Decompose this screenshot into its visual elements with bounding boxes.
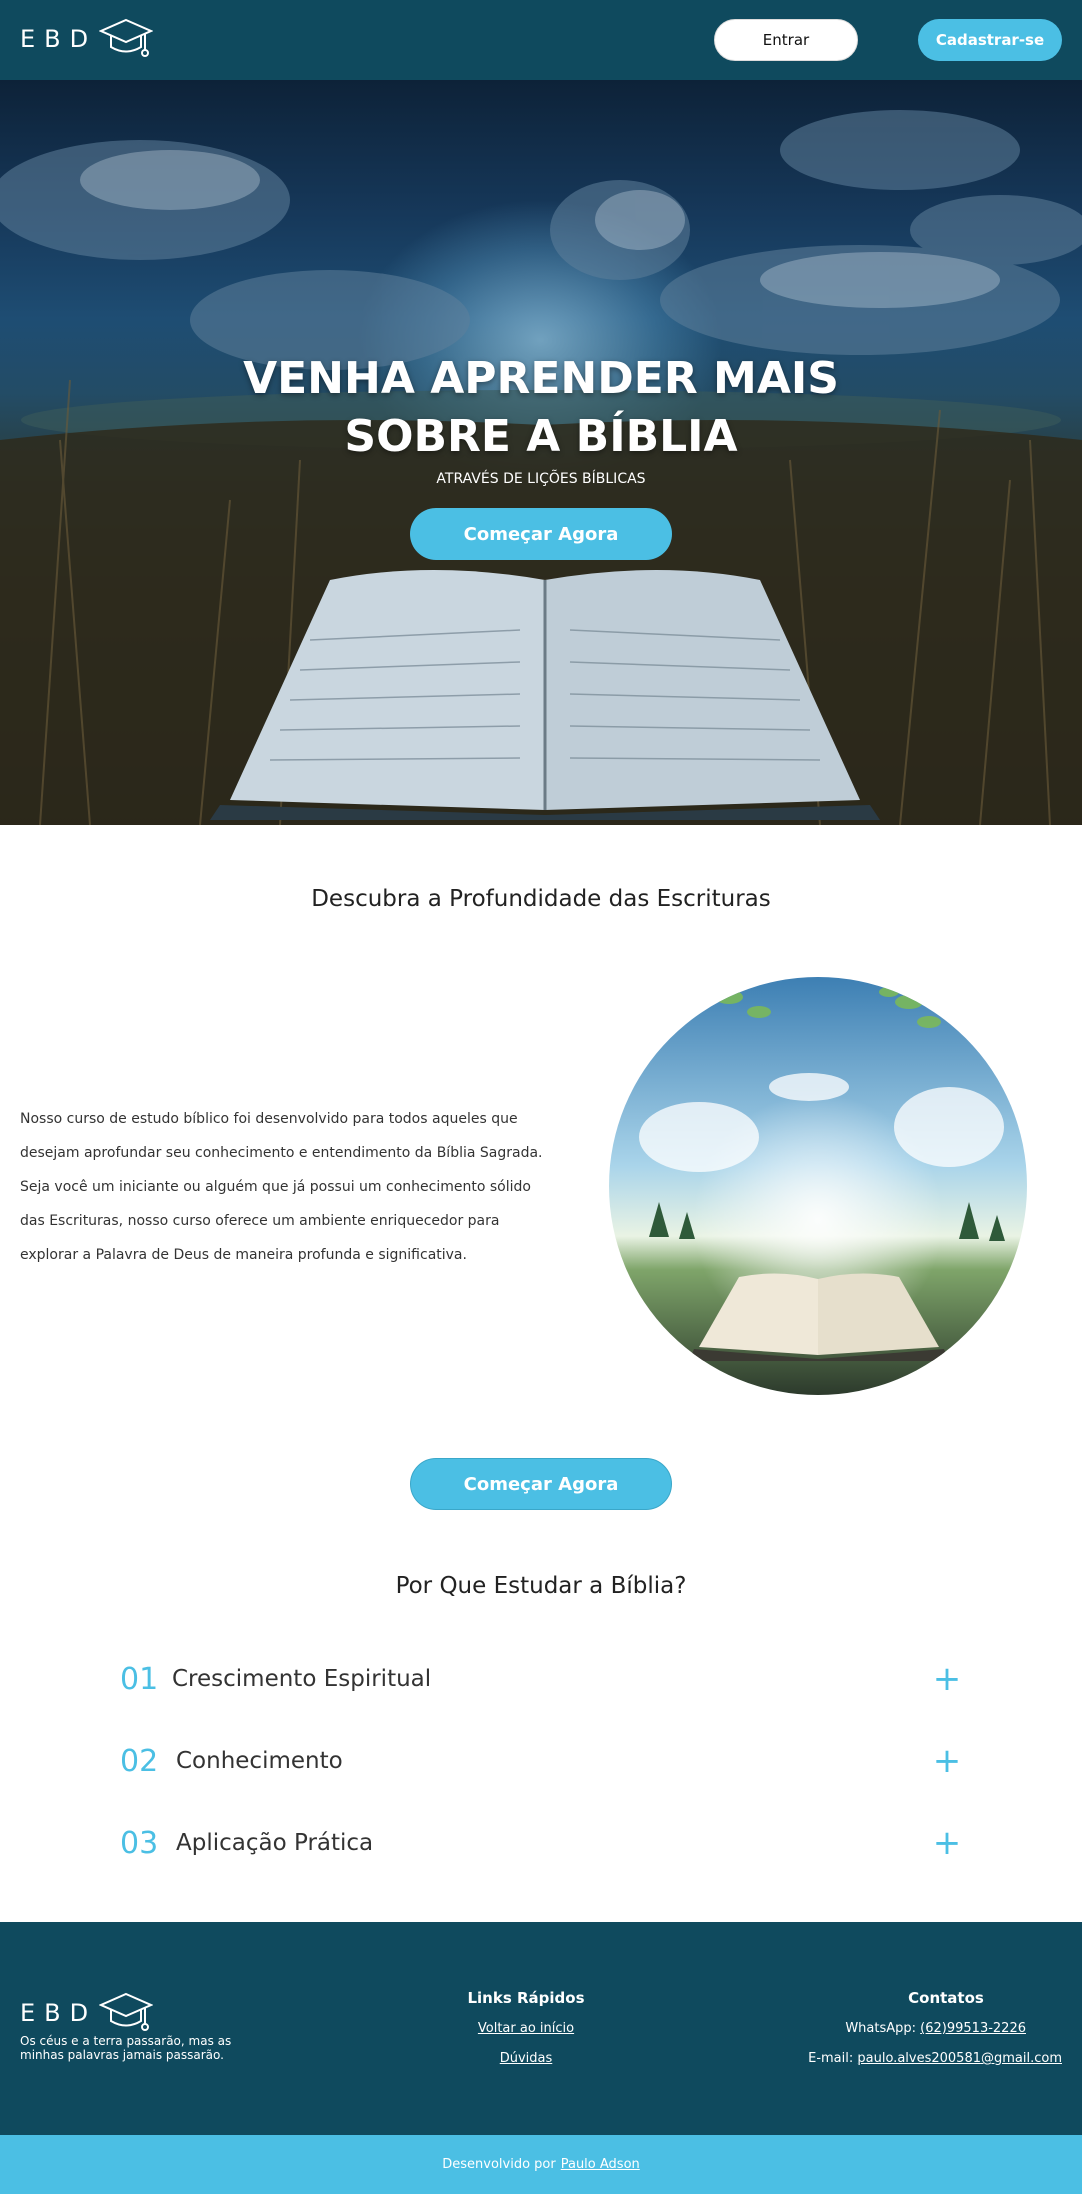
- faq-number: 01: [120, 1661, 159, 1697]
- link-faq[interactable]: Dúvidas: [426, 2051, 626, 2066]
- faq-item-crescimento[interactable]: 01 Crescimento Espiritual +: [120, 1654, 962, 1704]
- faq-label: Aplicação Prática: [176, 1830, 374, 1856]
- about-cta-button[interactable]: Começar Agora: [410, 1458, 672, 1510]
- faq-item-conhecimento[interactable]: 02 Conhecimento +: [120, 1736, 962, 1786]
- hero-title: VENHA APRENDER MAIS SOBRE A BÍBLIA: [0, 350, 1082, 466]
- plus-icon[interactable]: +: [932, 1659, 962, 1699]
- link-back-to-top[interactable]: Voltar ao início: [426, 2021, 626, 2036]
- plus-icon[interactable]: +: [932, 1823, 962, 1863]
- hero-subtitle: ATRAVÉS DE LIÇÕES BÍBLICAS: [436, 471, 646, 487]
- email-line: E-mail: paulo.alves200581@gmail.com: [762, 2051, 1062, 2066]
- login-button[interactable]: Entrar: [714, 19, 858, 61]
- credits-bar: Desenvolvido por Paulo Adson: [0, 2135, 1082, 2194]
- hero-title-line2: SOBRE A BÍBLIA: [344, 411, 738, 462]
- bible-landscape-illustration: [609, 977, 1027, 1395]
- site-footer: EBD Os céus e a terra passarão, mas as m…: [0, 1922, 1082, 2135]
- hero-banner: VENHA APRENDER MAIS SOBRE A BÍBLIA ATRAV…: [0, 80, 1082, 825]
- footer-logo[interactable]: EBD: [20, 1990, 154, 2036]
- credit-author-link[interactable]: Paulo Adson: [561, 2157, 640, 2172]
- footer-quote: Os céus e a terra passarão, mas as minha…: [20, 2034, 232, 2062]
- about-text: Nosso curso de estudo bíblico foi desenv…: [20, 1111, 543, 1263]
- plus-icon[interactable]: +: [932, 1741, 962, 1781]
- whatsapp-link[interactable]: (62)99513-2226: [920, 2021, 1026, 2036]
- about-title: Descubra a Profundidade das Escrituras: [311, 886, 771, 912]
- whatsapp-line: WhatsApp: (62)99513-2226: [762, 2021, 1026, 2036]
- whatsapp-label: WhatsApp:: [845, 2021, 917, 2036]
- logo-text: EBD: [20, 25, 98, 53]
- email-link[interactable]: paulo.alves200581@gmail.com: [857, 2051, 1062, 2066]
- hero-cta-button[interactable]: Começar Agora: [410, 508, 672, 560]
- credit-label: Desenvolvido por: [442, 2157, 556, 2172]
- email-label: E-mail:: [808, 2051, 854, 2066]
- graduation-cap-icon: [99, 18, 154, 57]
- faq-number: 02: [120, 1743, 159, 1779]
- quick-links-title: Links Rápidos: [467, 1989, 585, 2007]
- graduation-cap-icon: [99, 1992, 154, 2031]
- faq-label: Crescimento Espiritual: [172, 1666, 432, 1692]
- hero-title-line1: VENHA APRENDER MAIS: [243, 353, 839, 404]
- logo-text: EBD: [20, 1999, 98, 2027]
- faq-item-aplicacao[interactable]: 03 Aplicação Prática +: [120, 1818, 962, 1868]
- signup-button[interactable]: Cadastrar-se: [918, 19, 1062, 61]
- why-title: Por Que Estudar a Bíblia?: [395, 1573, 687, 1599]
- bible-landscape-image: [609, 977, 1027, 1395]
- contacts-title: Contatos: [908, 1989, 984, 2007]
- faq-label: Conhecimento: [176, 1748, 343, 1774]
- site-header: EBD Entrar Cadastrar-se: [0, 0, 1082, 80]
- header-logo[interactable]: EBD: [20, 16, 154, 62]
- faq-number: 03: [120, 1825, 159, 1861]
